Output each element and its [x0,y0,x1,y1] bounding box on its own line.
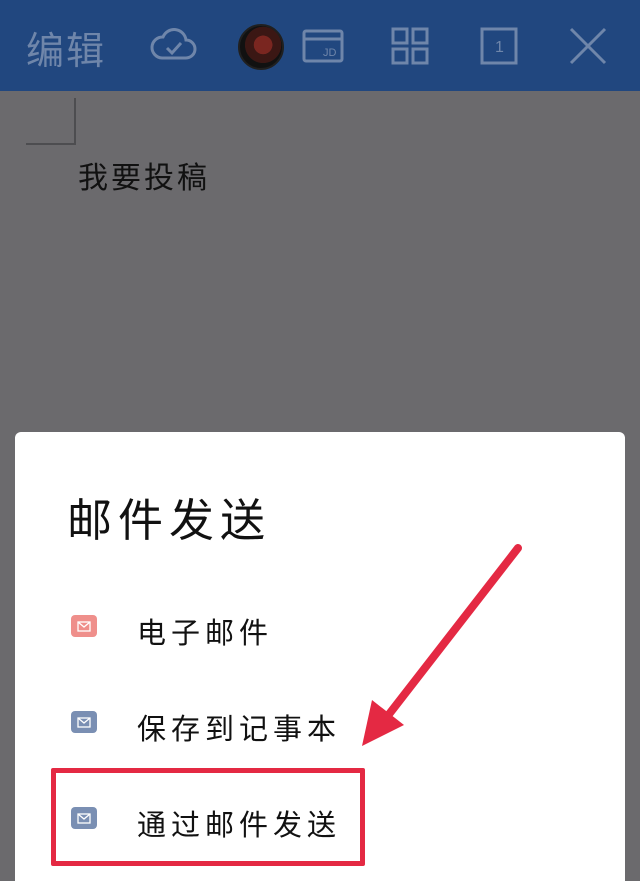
grid-svg [391,27,429,65]
option-save-notepad-label: 保存到记事本 [137,712,342,746]
cloud-check-icon[interactable] [148,20,200,72]
option-save-notepad[interactable]: 保存到记事本 [55,688,575,758]
cloud-check-svg [150,28,197,60]
option-email[interactable]: 电子邮件 [55,592,575,662]
document-text[interactable]: 我要投稿 [78,153,210,197]
jd-card-icon[interactable]: JD [298,20,350,72]
highlight-box [51,768,365,866]
mail-svg [77,717,91,728]
page-count-svg: 1 [480,27,518,65]
option-email-label: 电子邮件 [137,616,274,650]
dialog-title: 邮件发送 [67,494,272,547]
close-svg [569,27,607,65]
mail-icon [71,711,97,733]
grid-icon[interactable] [384,20,436,72]
mail-svg [77,621,91,632]
page-count: 1 [495,39,504,56]
page-count-icon[interactable]: 1 [473,20,525,72]
avatar[interactable] [238,24,284,70]
document-corner-mark [26,98,76,145]
top-toolbar: 编辑 JD 1 [0,0,640,91]
editor-title: 编辑 [26,29,107,73]
mail-icon [71,615,97,637]
jd-card-svg: JD [302,29,344,63]
close-icon[interactable] [562,20,614,72]
jd-label: JD [323,47,337,59]
